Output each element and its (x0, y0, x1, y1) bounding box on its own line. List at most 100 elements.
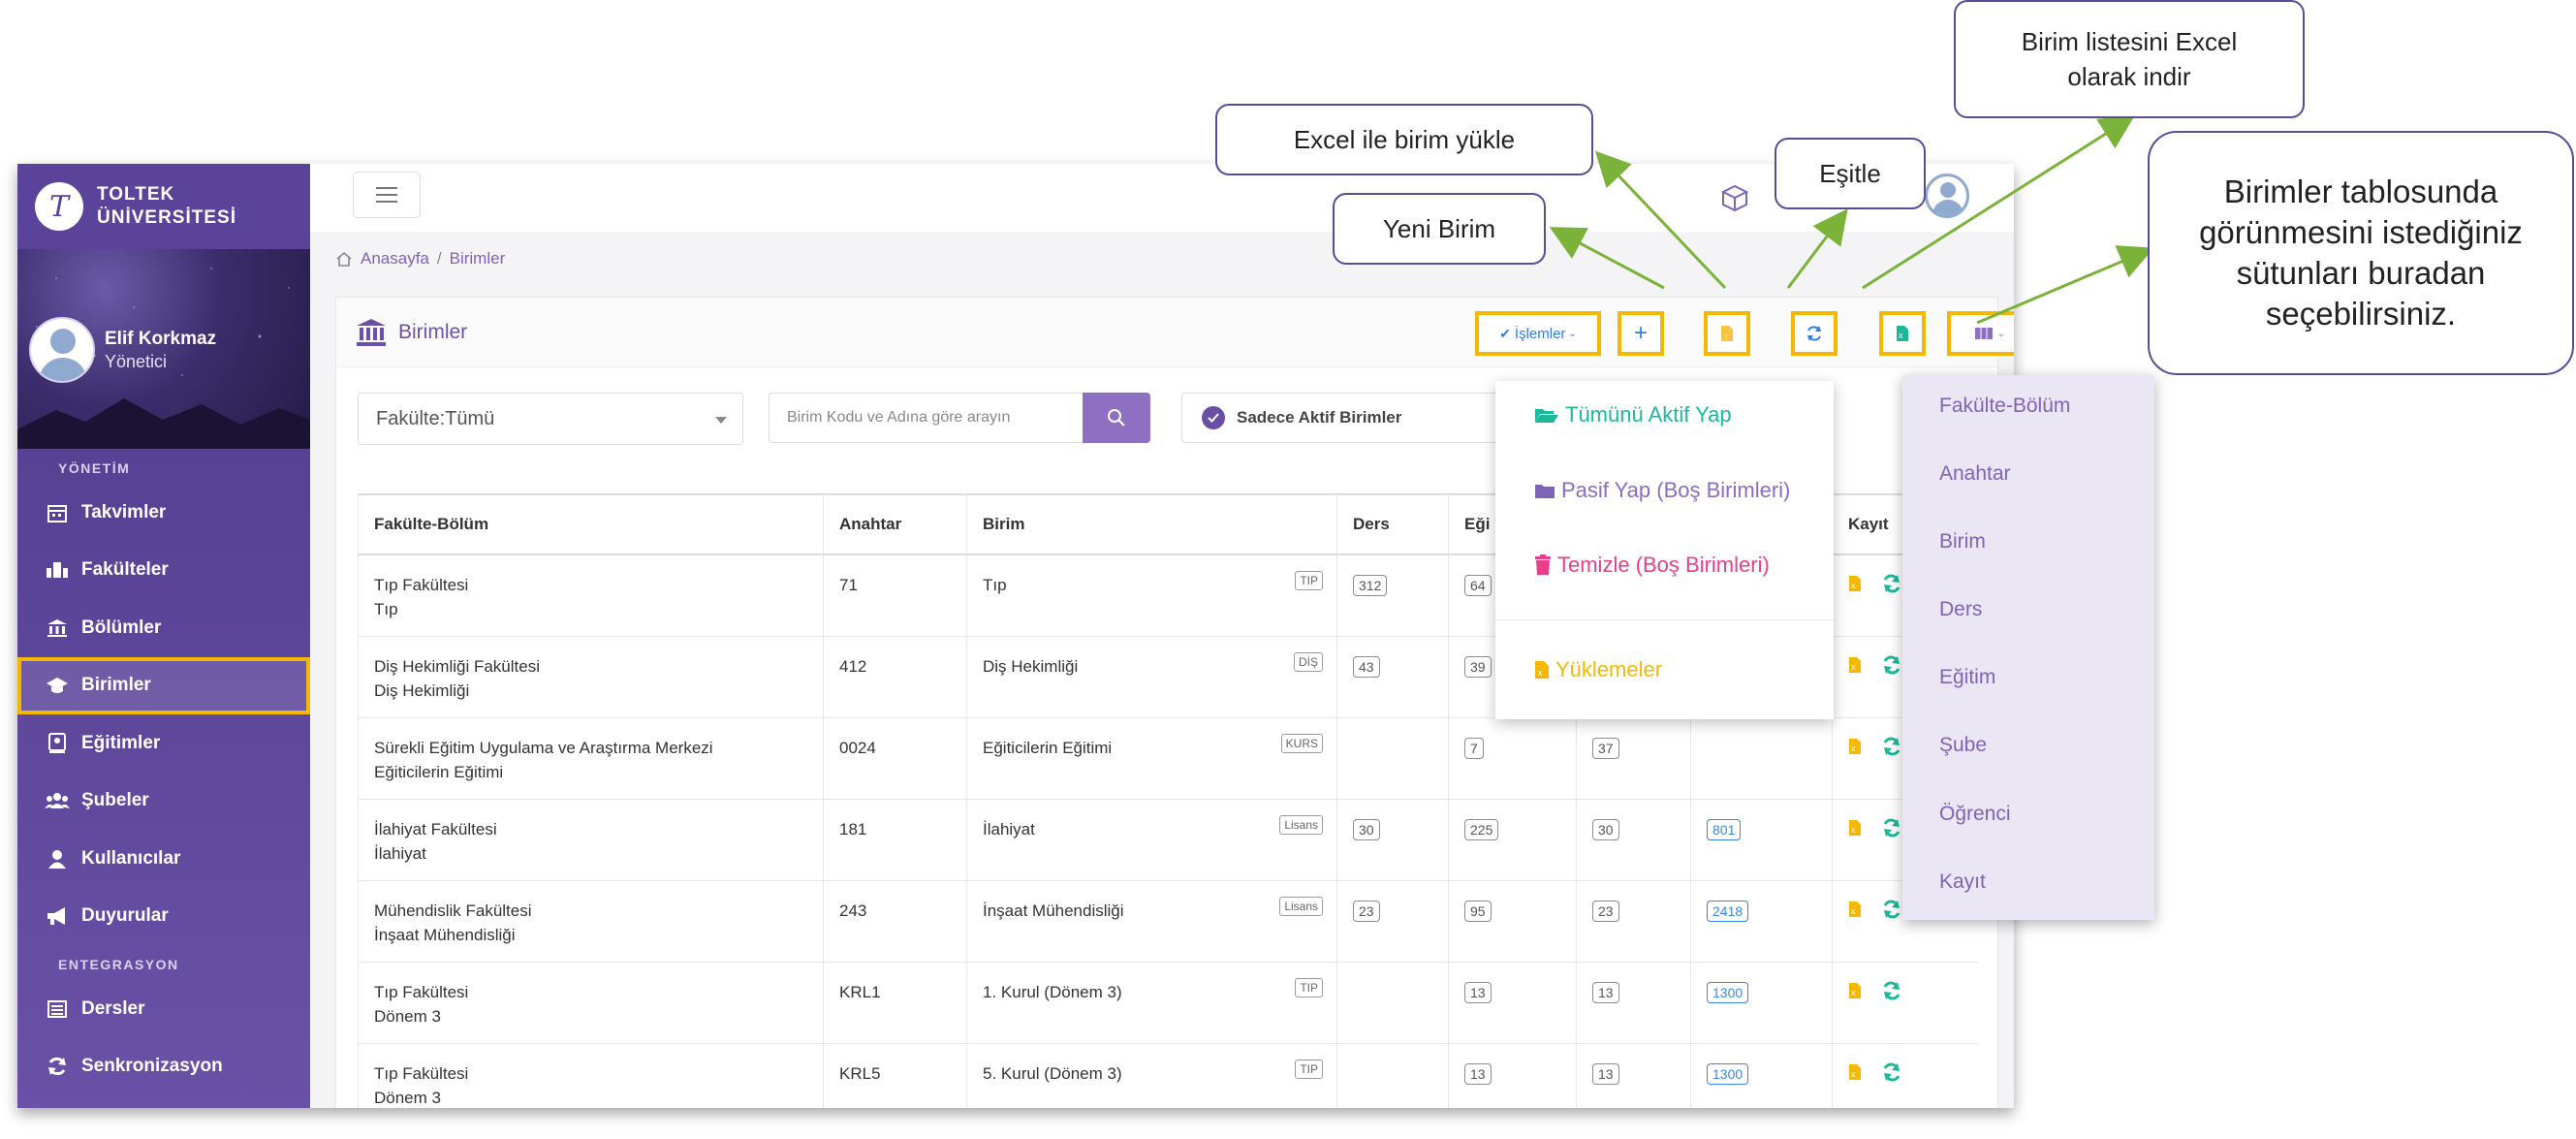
count-badge[interactable]: 23 (1592, 900, 1619, 922)
column-chooser-button[interactable]: ⌄ (1947, 311, 2014, 356)
count-badge[interactable]: 7 (1464, 737, 1484, 759)
menu-item-clean[interactable]: Temizle (Boş Birimleri) (1534, 553, 1770, 578)
excel-file-icon[interactable]: x (1848, 901, 1862, 918)
count-badge[interactable]: 39 (1464, 655, 1492, 678)
column-option[interactable]: Birim (1939, 530, 1986, 554)
unit-link[interactable]: İlahiyat (983, 820, 1035, 838)
active-only-toggle[interactable]: Sadece Aktif Birimler (1181, 393, 1501, 443)
menu-toggle-button[interactable] (353, 172, 421, 218)
count-badge[interactable]: 95 (1464, 900, 1492, 922)
count-badge[interactable]: 23 (1353, 900, 1380, 922)
profile-name: Elif Korkmaz (105, 329, 217, 349)
sidebar-item-takvimler[interactable]: Takvimler (17, 484, 310, 542)
col-header-anahtar[interactable]: Anahtar (823, 493, 967, 555)
nav-section-yonetim: YÖNETİM (58, 460, 131, 476)
column-option[interactable]: Anahtar (1939, 462, 2011, 486)
sidebar-item-subeler[interactable]: Şubeler (17, 773, 310, 831)
sync-icon[interactable] (1881, 817, 1902, 838)
sync-button[interactable] (1791, 311, 1838, 356)
sync-icon[interactable] (1881, 573, 1902, 594)
unit-link[interactable]: 5. Kurul (Dönem 3) (983, 1064, 1122, 1083)
svg-text:x: x (1851, 906, 1856, 916)
sidebar-item-senkronizasyon[interactable]: Senkronizasyon (17, 1038, 310, 1096)
unit-link[interactable]: İnşaat Mühendisliği (983, 902, 1124, 920)
column-option[interactable]: Ders (1939, 598, 1982, 621)
excel-file-icon: x (1897, 326, 1908, 341)
count-badge[interactable]: 13 (1592, 981, 1619, 1003)
count-badge[interactable]: 43 (1353, 655, 1380, 678)
count-badge[interactable]: 30 (1592, 818, 1619, 840)
column-option[interactable]: Eğitim (1939, 666, 1995, 689)
brand[interactable]: T TOLTEK ÜNİVERSİTESİ (17, 164, 310, 249)
breadcrumb-home[interactable]: Anasayfa (361, 249, 429, 269)
sync-icon[interactable] (1881, 899, 1902, 920)
count-badge[interactable]: 37 (1592, 737, 1619, 759)
sidebar-item-dersler[interactable]: Dersler (17, 980, 310, 1038)
count-badge[interactable]: 2418 (1707, 900, 1749, 922)
unit-link[interactable]: 1. Kurul (Dönem 3) (983, 983, 1122, 1001)
user-avatar[interactable] (1925, 174, 1969, 218)
table-row: İlahiyat Fakültesi İlahiyat 181 İlahiyat Lis… (358, 799, 1978, 881)
search-input[interactable] (769, 393, 1084, 443)
excel-file-icon[interactable]: x (1848, 982, 1862, 999)
sidebar-item-egitimler[interactable]: Eğitimler (17, 714, 310, 773)
count-badge[interactable]: 64 (1464, 575, 1492, 596)
brand-name-line1: TOLTEK (97, 184, 175, 205)
sidebar-item-birimler[interactable]: Birimler (17, 656, 310, 714)
add-unit-button[interactable]: + (1618, 311, 1664, 356)
cell-birim: Tıp TIP (966, 554, 1337, 637)
column-option[interactable]: Öğrenci (1939, 803, 2011, 826)
sync-icon[interactable] (1881, 736, 1902, 757)
excel-upload-button[interactable]: ↑ (1704, 311, 1750, 356)
sidebar-item-fakulteler[interactable]: Fakülteler (17, 542, 310, 600)
cell-ders (1336, 962, 1449, 1044)
count-badge[interactable]: 312 (1353, 575, 1388, 596)
unit-link[interactable]: Tıp (983, 576, 1007, 594)
unit-link[interactable]: Diş Hekimliği (983, 657, 1078, 676)
sidebar-item-kullanicilar[interactable]: Kullanıcılar (17, 830, 310, 888)
callout-excel-upload: Excel ile birim yükle (1215, 104, 1593, 175)
caret-down-icon (715, 417, 727, 424)
sidebar-item-duyurular[interactable]: Duyurular (17, 888, 310, 946)
count-badge[interactable]: 225 (1464, 818, 1499, 840)
sync-icon[interactable] (1881, 1061, 1902, 1083)
excel-file-icon[interactable]: x (1848, 738, 1862, 755)
column-option[interactable]: Fakülte-Bölüm (1939, 395, 2070, 418)
department-name: Tıp (374, 600, 398, 618)
profile-avatar[interactable] (29, 317, 95, 383)
menu-item-uploads[interactable]: x Yüklemeler (1534, 657, 1662, 682)
excel-file-icon[interactable]: x (1848, 819, 1862, 837)
menu-divider (1495, 619, 1834, 620)
sync-icon[interactable] (1881, 654, 1902, 676)
active-only-label: Sadece Aktif Birimler (1237, 408, 1402, 427)
excel-file-icon[interactable]: x (1848, 575, 1862, 592)
sync-icon[interactable] (1881, 980, 1902, 1001)
actions-dropdown-button[interactable]: ✔ İşlemler ⌄ (1475, 311, 1601, 356)
count-badge[interactable]: 30 (1353, 818, 1380, 840)
menu-item-deactivate[interactable]: Pasif Yap (Boş Birimleri) (1534, 478, 1790, 503)
count-badge[interactable]: 801 (1707, 818, 1742, 840)
cube-icon[interactable] (1720, 183, 1749, 212)
sidebar-item-label: Dersler (81, 997, 145, 1019)
count-badge[interactable]: 1300 (1707, 981, 1749, 1003)
cell-anahtar: 0024 (823, 717, 967, 800)
cell-anahtar: 181 (823, 799, 967, 881)
excel-file-icon[interactable]: x (1848, 1063, 1862, 1081)
excel-file-icon[interactable]: x (1848, 656, 1862, 674)
count-badge[interactable]: 1300 (1707, 1062, 1749, 1085)
column-option[interactable]: Şube (1939, 734, 1987, 757)
search-button[interactable] (1083, 393, 1150, 443)
count-badge[interactable]: 13 (1592, 1062, 1619, 1085)
svg-text:x: x (1851, 581, 1856, 590)
faculty-select[interactable]: Fakülte:Tümü (358, 393, 743, 445)
count-badge[interactable]: 13 (1464, 1062, 1492, 1085)
excel-download-button[interactable]: x (1879, 311, 1926, 356)
count-badge[interactable]: 13 (1464, 981, 1492, 1003)
sidebar-item-bolumler[interactable]: Bölümler (17, 599, 310, 657)
col-header-birim[interactable]: Birim (966, 493, 1337, 555)
unit-link[interactable]: Eğiticilerin Eğitimi (983, 739, 1112, 757)
column-option[interactable]: Kayıt (1939, 870, 1986, 894)
col-header-fakulte-bolum[interactable]: Fakülte-Bölüm (358, 493, 824, 555)
col-header-ders[interactable]: Ders (1336, 493, 1449, 555)
menu-item-activate-all[interactable]: Tümünü Aktif Yap (1534, 402, 1732, 427)
